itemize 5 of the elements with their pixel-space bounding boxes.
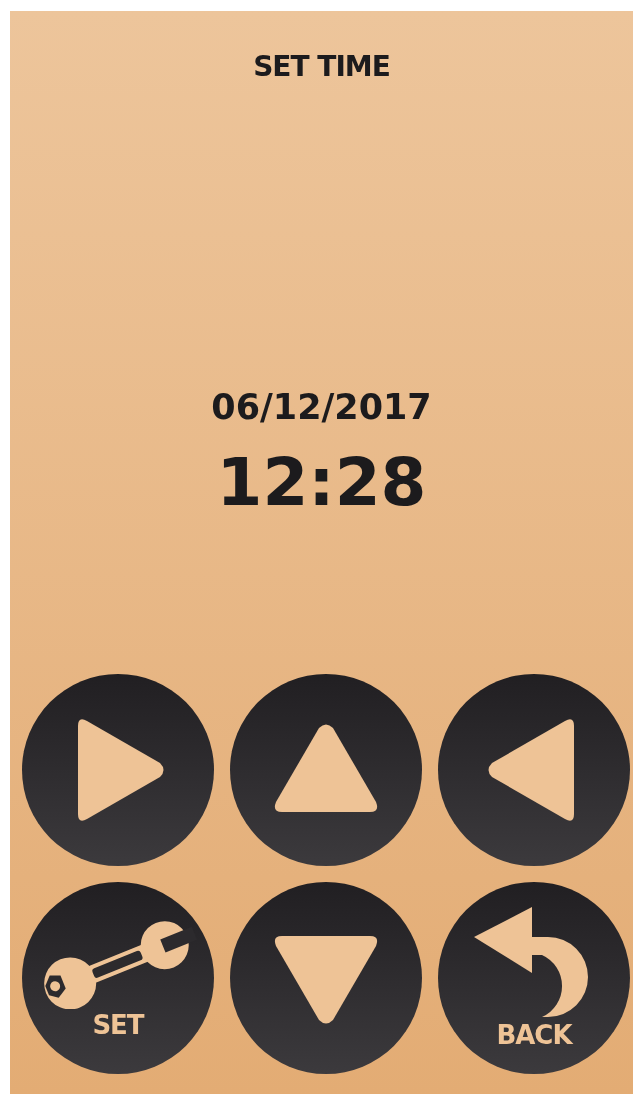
- set-button[interactable]: SET: [22, 882, 214, 1074]
- screen-title: SET TIME: [253, 51, 390, 83]
- date-text: 06/12/2017: [211, 387, 432, 427]
- time-text: 12:28: [216, 447, 427, 519]
- back-button[interactable]: BACK: [438, 882, 630, 1074]
